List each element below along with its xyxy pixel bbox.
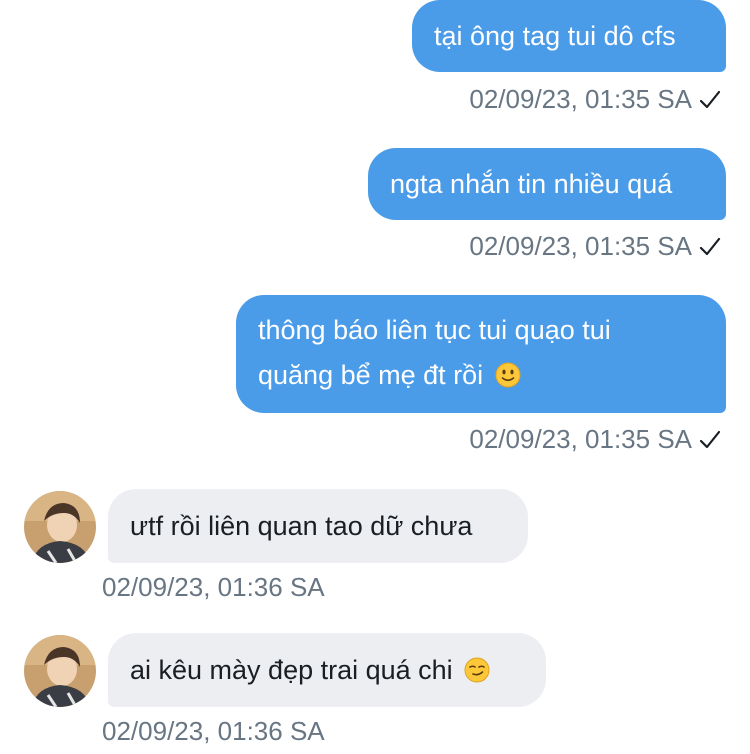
user-avatar[interactable] — [24, 491, 96, 563]
message-text-line-2: quăng bể mẹ đt rồi — [258, 353, 704, 398]
check-icon — [699, 237, 721, 256]
message-text: ai kêu mày đẹp trai quá chi — [130, 655, 453, 685]
message-bubble-outgoing[interactable]: thông báo liên tục tui quạo tui quăng bể… — [236, 295, 726, 413]
message-bubble-outgoing[interactable]: ngta nhắn tin nhiều quá — [368, 148, 726, 220]
message-bubble-incoming[interactable]: ai kêu mày đẹp trai quá chi — [108, 633, 546, 707]
message-text: tại ông tag tui dô cfs — [434, 21, 676, 51]
message-timestamp: 02/09/23, 01:35 SA — [469, 424, 692, 454]
slightly-smiling-face-emoji — [495, 362, 521, 388]
message-timestamp: 02/09/23, 01:36 SA — [102, 572, 325, 602]
message-text: ngta nhắn tin nhiều quá — [390, 169, 673, 199]
user-avatar[interactable] — [24, 635, 96, 707]
check-icon — [699, 90, 721, 109]
message-text: ưtf rồi liên quan tao dữ chưa — [130, 511, 473, 541]
message-timestamp: 02/09/23, 01:35 SA — [469, 231, 692, 261]
message-bubble-incoming[interactable]: ưtf rồi liên quan tao dữ chưa — [108, 489, 528, 563]
message-timestamp: 02/09/23, 01:36 SA — [102, 716, 325, 746]
smirking-face-emoji — [464, 657, 490, 683]
message-text-line: thông báo liên tục tui quạo tui — [258, 315, 611, 345]
message-timestamp: 02/09/23, 01:35 SA — [469, 84, 692, 114]
message-bubble-outgoing[interactable]: tại ông tag tui dô cfs — [412, 0, 726, 72]
check-icon — [699, 430, 721, 449]
